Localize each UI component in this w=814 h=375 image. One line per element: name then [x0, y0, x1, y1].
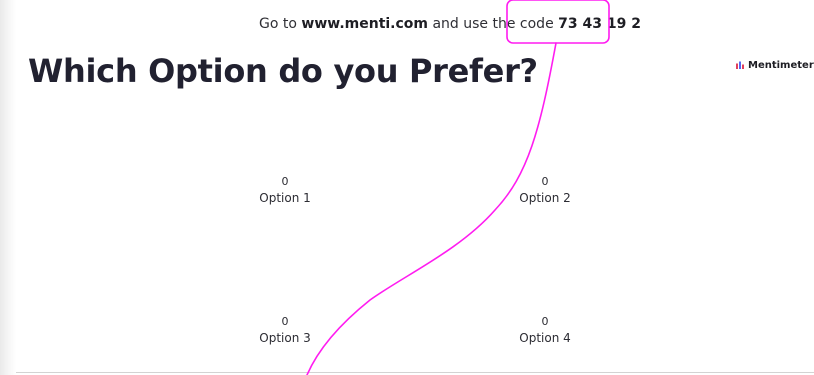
option-count: 0 — [541, 315, 549, 328]
option-label: Option 1 — [259, 191, 311, 205]
mentimeter-logo: Mentimeter — [736, 58, 814, 72]
option-label: Option 4 — [519, 331, 571, 345]
option-count: 0 — [541, 175, 549, 188]
window-edge-shadow — [0, 0, 16, 375]
join-instructions: Go to www.menti.com and use the code 73 … — [180, 12, 720, 36]
option-2: 0 Option 2 — [475, 174, 615, 206]
mentimeter-logo-icon — [736, 61, 744, 69]
option-label: Option 2 — [519, 191, 571, 205]
option-label: Option 3 — [259, 331, 311, 345]
slide-bottom-border — [16, 372, 814, 373]
option-count: 0 — [281, 315, 289, 328]
option-4: 0 Option 4 — [475, 314, 615, 346]
option-1: 0 Option 1 — [215, 174, 355, 206]
presentation-slide: Go to www.menti.com and use the code 73 … — [0, 0, 814, 375]
option-count: 0 — [281, 175, 289, 188]
voting-code: 73 43 19 2 — [558, 16, 641, 32]
menti-url[interactable]: www.menti.com — [301, 16, 428, 32]
question-title: Which Option do you Prefer? — [28, 52, 538, 90]
option-3: 0 Option 3 — [215, 314, 355, 346]
join-prefix: Go to — [259, 16, 297, 32]
mentimeter-logo-text: Mentimeter — [748, 59, 814, 71]
join-middle-text: and use the code — [432, 16, 554, 32]
